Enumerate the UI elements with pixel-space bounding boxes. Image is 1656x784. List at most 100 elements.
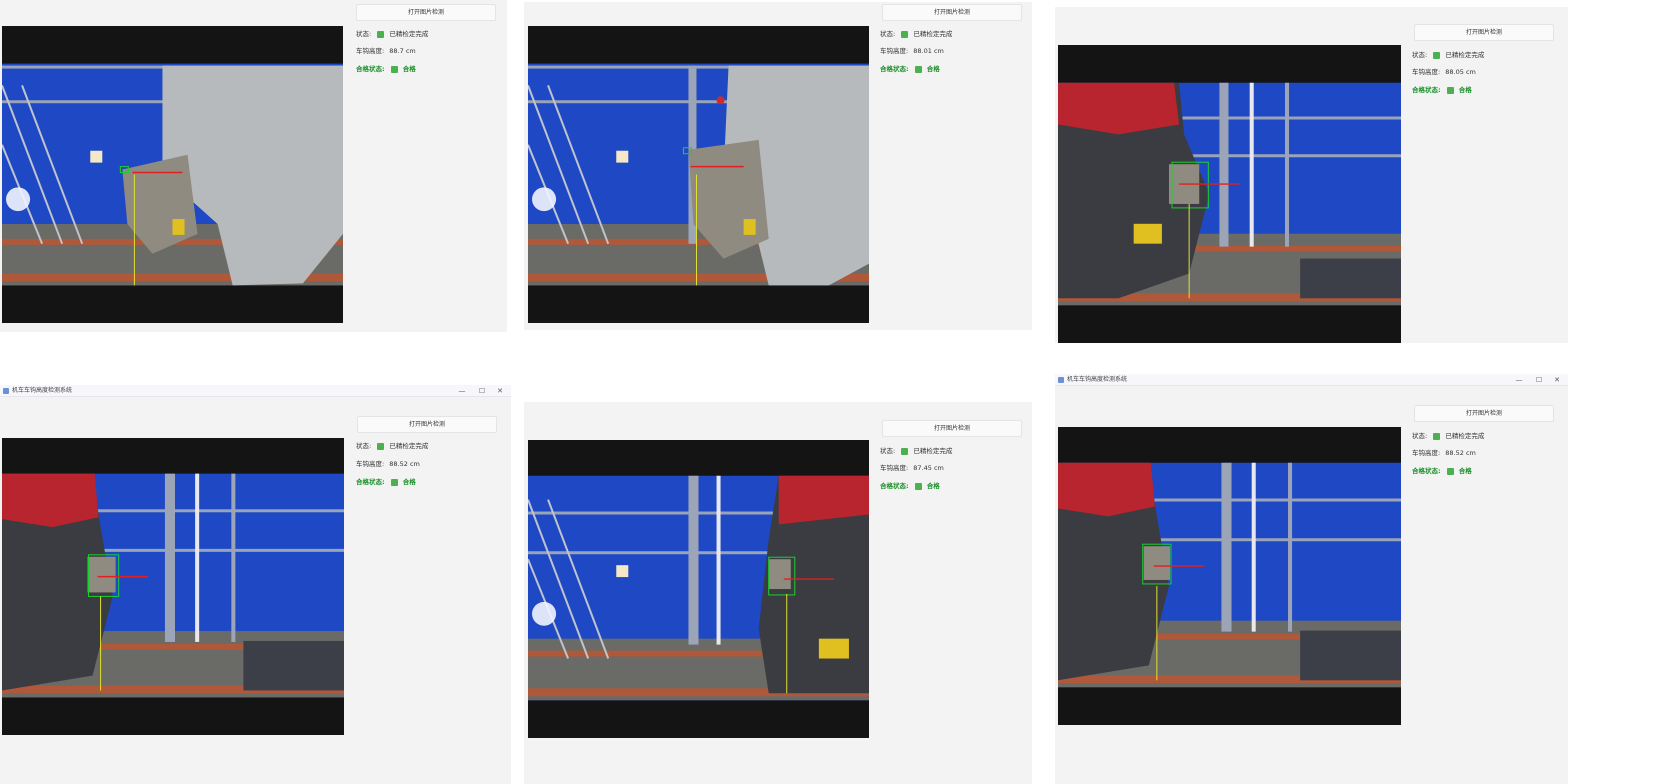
- status-label: 状态:: [1412, 432, 1428, 440]
- camera-view: [528, 26, 869, 323]
- height-row: 车钩高度: 88.01 cm: [880, 46, 944, 56]
- qualified-row: 合格状态: 合格: [880, 481, 940, 491]
- qualified-label: 合格状态:: [1412, 467, 1441, 475]
- camera-frame-hopper: [528, 63, 869, 286]
- qualified-label: 合格状态:: [356, 65, 385, 73]
- camera-view: [1058, 45, 1401, 343]
- window-title: 机车车钩高度检测系统: [1067, 376, 1128, 383]
- qualified-value: 合格: [402, 65, 416, 73]
- height-label: 车钩高度:: [356, 47, 385, 55]
- status-indicator: [1433, 432, 1441, 440]
- detection-panel-2: 打开图片检测 状态: 已精检定完成 车钩高度: 88.01 cm 合格状态: 合…: [524, 2, 1032, 330]
- height-label: 车钩高度:: [880, 464, 909, 472]
- status-label: 状态:: [356, 442, 372, 450]
- status-value: 已精检定完成: [913, 447, 953, 455]
- close-icon[interactable]: ✕: [1548, 374, 1566, 386]
- height-row: 车钩高度: 88.52 cm: [1412, 448, 1476, 458]
- start-detection-button[interactable]: 打开图片检测: [1414, 405, 1554, 422]
- qualified-row: 合格状态: 合格: [880, 64, 940, 74]
- qualified-indicator: [390, 478, 398, 486]
- qualified-indicator: [914, 482, 922, 490]
- camera-frame-hopper: [2, 63, 343, 286]
- qualified-label: 合格状态:: [356, 478, 385, 486]
- status-value: 已精检定完成: [913, 30, 953, 38]
- maximize-icon[interactable]: ☐: [1530, 374, 1548, 386]
- status-value: 已精检定完成: [1445, 51, 1485, 59]
- window-titlebar: 机车车钩高度检测系统 — ☐ ✕: [1055, 374, 1568, 386]
- height-label: 车钩高度:: [1412, 68, 1441, 76]
- camera-frame-locomotive: [2, 473, 344, 698]
- status-indicator: [901, 30, 909, 38]
- height-value: 88.01 cm: [913, 47, 944, 55]
- camera-view: [2, 26, 343, 323]
- status-row: 状态: 已精检定完成: [356, 29, 428, 39]
- minimize-icon[interactable]: —: [1510, 374, 1528, 386]
- height-row: 车钩高度: 87.45 cm: [880, 463, 944, 473]
- camera-view: [2, 438, 344, 735]
- start-detection-button[interactable]: 打开图片检测: [357, 416, 497, 433]
- qualified-indicator: [1446, 467, 1454, 475]
- qualified-label: 合格状态:: [880, 482, 909, 490]
- app-icon: [1058, 377, 1064, 383]
- status-label: 状态:: [1412, 51, 1428, 59]
- start-detection-button[interactable]: 打开图片检测: [882, 4, 1022, 21]
- start-detection-button[interactable]: 打开图片检测: [356, 4, 496, 21]
- detection-panel-1: 打开图片检测 状态: 已精检定完成 车钩高度: 88.7 cm 合格状态: 合格: [0, 0, 507, 332]
- qualified-row: 合格状态: 合格: [1412, 466, 1472, 476]
- status-indicator: [377, 442, 385, 450]
- qualified-indicator: [1446, 86, 1454, 94]
- height-value: 87.45 cm: [913, 464, 944, 472]
- status-row: 状态: 已精检定完成: [356, 441, 428, 451]
- status-value: 已精检定完成: [389, 30, 429, 38]
- start-detection-button[interactable]: 打开图片检测: [1414, 24, 1554, 41]
- app-icon: [3, 388, 9, 394]
- status-label: 状态:: [880, 30, 896, 38]
- status-label: 状态:: [880, 447, 896, 455]
- qualified-value: 合格: [926, 482, 940, 490]
- height-row: 车钩高度: 88.7 cm: [356, 46, 416, 56]
- minimize-icon[interactable]: —: [453, 385, 471, 397]
- qualified-value: 合格: [1458, 467, 1472, 475]
- start-detection-button[interactable]: 打开图片检测: [882, 420, 1022, 437]
- status-indicator: [377, 30, 385, 38]
- detection-panel-5: 打开图片检测 状态: 已精检定完成 车钩高度: 87.45 cm 合格状态: 合…: [524, 402, 1032, 784]
- height-value: 88.05 cm: [1445, 68, 1476, 76]
- height-label: 车钩高度:: [1412, 449, 1441, 457]
- camera-frame-locomotive: [1058, 462, 1401, 688]
- detection-panel-6: 机车车钩高度检测系统 — ☐ ✕ 打开图片检测 状态: 已精检定完成 车钩高度:…: [1055, 374, 1568, 784]
- close-icon[interactable]: ✕: [491, 385, 509, 397]
- qualified-label: 合格状态:: [1412, 86, 1441, 94]
- detection-panel-3: 打开图片检测 状态: 已精检定完成 车钩高度: 88.05 cm 合格状态: 合…: [1055, 7, 1568, 343]
- height-label: 车钩高度:: [356, 460, 385, 468]
- camera-frame-locomotive: [528, 475, 869, 701]
- camera-view: [1058, 427, 1401, 725]
- status-row: 状态: 已精检定完成: [1412, 431, 1484, 441]
- qualified-label: 合格状态:: [880, 65, 909, 73]
- maximize-icon[interactable]: ☐: [473, 385, 491, 397]
- status-row: 状态: 已精检定完成: [880, 446, 952, 456]
- status-value: 已精检定完成: [1445, 432, 1485, 440]
- window-titlebar: 机车车钩高度检测系统 — ☐ ✕: [0, 385, 511, 397]
- status-indicator: [1433, 51, 1441, 59]
- qualified-row: 合格状态: 合格: [1412, 85, 1472, 95]
- qualified-value: 合格: [402, 478, 416, 486]
- qualified-value: 合格: [1458, 86, 1472, 94]
- height-value: 88.52 cm: [1445, 449, 1476, 457]
- height-row: 车钩高度: 88.05 cm: [1412, 67, 1476, 77]
- status-value: 已精检定完成: [389, 442, 429, 450]
- window-title: 机车车钩高度检测系统: [12, 387, 73, 394]
- qualified-row: 合格状态: 合格: [356, 64, 416, 74]
- qualified-indicator: [914, 65, 922, 73]
- status-label: 状态:: [356, 30, 372, 38]
- detection-panel-4: 机车车钩高度检测系统 — ☐ ✕ 打开图片检测 状态: 已精检定完成 车钩高度:…: [0, 385, 511, 784]
- status-row: 状态: 已精检定完成: [880, 29, 952, 39]
- height-row: 车钩高度: 88.52 cm: [356, 459, 420, 469]
- status-indicator: [901, 447, 909, 455]
- camera-view: [528, 440, 869, 738]
- height-label: 车钩高度:: [880, 47, 909, 55]
- qualified-value: 合格: [926, 65, 940, 73]
- camera-frame-locomotive: [1058, 82, 1401, 306]
- height-value: 88.52 cm: [389, 460, 420, 468]
- qualified-indicator: [390, 65, 398, 73]
- qualified-row: 合格状态: 合格: [356, 477, 416, 487]
